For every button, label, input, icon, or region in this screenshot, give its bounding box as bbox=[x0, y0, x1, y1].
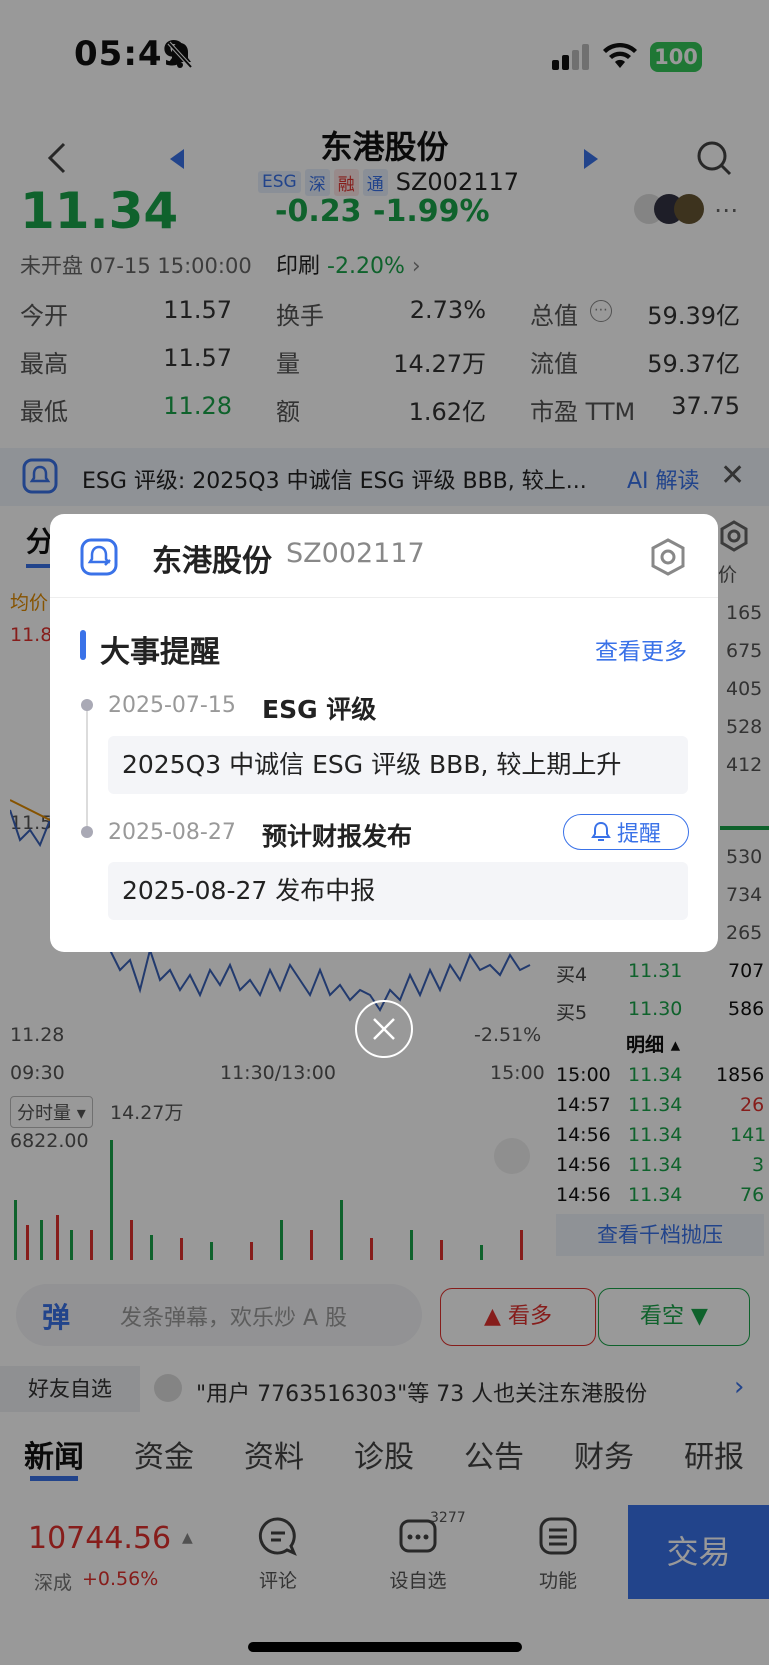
view-more-link[interactable]: 查看更多 bbox=[595, 632, 687, 666]
timeline-dot bbox=[81, 826, 93, 838]
remind-label: 提醒 bbox=[616, 822, 661, 847]
modal-header: 东港股份 SZ002117 bbox=[50, 514, 718, 598]
settings-icon[interactable] bbox=[650, 538, 686, 580]
reminder-bell-icon bbox=[80, 538, 118, 580]
close-modal-button[interactable] bbox=[355, 1000, 413, 1058]
bell-icon bbox=[591, 821, 611, 841]
event-reminder-modal: 东港股份 SZ002117 大事提醒 查看更多 2025-07-15 ESG 评… bbox=[50, 514, 718, 952]
remind-button[interactable]: 提醒 bbox=[563, 814, 689, 850]
event-detail[interactable]: 2025-08-27 发布中报 bbox=[108, 862, 688, 920]
event-title: ESG 评级 bbox=[262, 695, 377, 724]
modal-stock-name: 东港股份 bbox=[152, 544, 272, 579]
event-date: 2025-08-27 bbox=[108, 820, 236, 845]
modal-stock-code: SZ002117 bbox=[286, 538, 425, 569]
event-detail[interactable]: 2025Q3 中诚信 ESG 评级 BBB, 较上期上升 bbox=[108, 736, 688, 794]
section-accent-bar bbox=[80, 630, 86, 660]
event-date: 2025-07-15 bbox=[108, 693, 236, 718]
section-title: 大事提醒 bbox=[100, 635, 220, 670]
close-icon bbox=[373, 1018, 395, 1040]
timeline-dot bbox=[81, 699, 93, 711]
timeline-line bbox=[86, 710, 88, 836]
event-title: 预计财报发布 bbox=[262, 822, 413, 851]
